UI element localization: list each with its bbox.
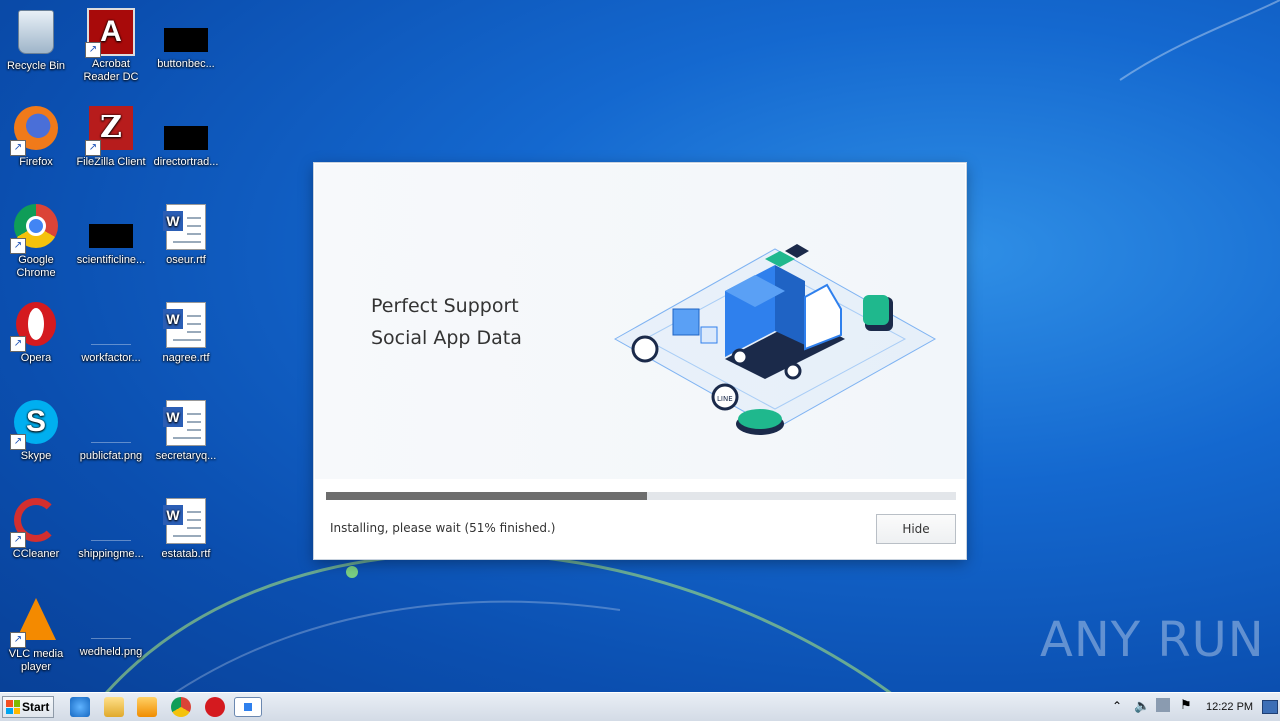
installer-headline-line1: Perfect Support <box>371 295 519 317</box>
shortcut-arrow-icon: ↗ <box>10 336 26 352</box>
desktop-icon-rtf[interactable]: W oseur.rtf <box>148 204 224 267</box>
desktop-icon-file[interactable]: shippingme... <box>73 498 149 561</box>
action-center-flag-icon[interactable]: ⚑ <box>1180 697 1192 713</box>
desktop-icon-filezilla[interactable]: Z ↗ FileZilla Client <box>73 106 149 169</box>
desktop-icon-recycle-bin[interactable]: Recycle Bin <box>0 8 74 73</box>
desktop-icon-file[interactable]: scientificline... <box>73 204 149 267</box>
desktop-icon-rtf[interactable]: W estatab.rtf <box>148 498 224 561</box>
desktop-icon-label: wedheld.png <box>79 646 143 658</box>
installer-headline-line2: Social App Data <box>371 327 522 349</box>
word-document-icon: W <box>163 400 206 446</box>
shortcut-arrow-icon: ↗ <box>85 42 101 58</box>
desktop-icon-label: buttonbec... <box>157 58 215 70</box>
file-thumbnail-icon <box>91 324 131 345</box>
desktop-icon-file[interactable]: publicfat.png <box>73 400 149 463</box>
shortcut-arrow-icon: ↗ <box>10 434 26 450</box>
desktop-icon-rtf[interactable]: W secretaryq... <box>148 400 224 463</box>
shortcut-arrow-icon: ↗ <box>85 140 101 156</box>
install-progress-bar <box>326 492 956 500</box>
file-explorer-icon[interactable] <box>104 697 124 717</box>
file-thumbnail-icon <box>91 422 131 443</box>
windows-logo-icon <box>6 700 20 714</box>
desktop-icon-label: oseur.rtf <box>166 254 206 266</box>
desktop-icon-file[interactable]: directortrad... <box>148 106 224 169</box>
file-thumbnail-icon <box>89 224 133 248</box>
desktop-icon-skype[interactable]: S ↗ Skype <box>0 400 74 463</box>
installer-window: Perfect Support Social App Data LINE Ins… <box>314 163 966 559</box>
network-icon[interactable] <box>1156 698 1170 712</box>
desktop-icon-file[interactable]: wedheld.png <box>73 596 149 659</box>
file-thumbnail-icon <box>91 618 131 639</box>
start-label: Start <box>22 700 50 714</box>
desktop-icon-label: Skype <box>20 450 52 462</box>
taskbar: Start ⌃ 🔈 ⚑ 12:22 PM <box>0 692 1280 721</box>
hide-button[interactable]: Hide <box>876 514 956 544</box>
shortcut-arrow-icon: ↗ <box>10 532 26 548</box>
desktop-icon-label: publicfat.png <box>79 450 143 462</box>
chrome-taskbar-icon[interactable] <box>171 697 191 717</box>
desktop-icon-label: Opera <box>20 352 52 364</box>
opera-taskbar-icon[interactable] <box>205 697 225 717</box>
desktop-icon-label: scientificline... <box>76 254 146 266</box>
desktop-icon-firefox[interactable]: ↗ Firefox <box>0 106 74 169</box>
volume-icon[interactable]: 🔈 <box>1134 698 1150 714</box>
internet-explorer-icon[interactable] <box>70 697 90 717</box>
desktop-icon-label: shippingme... <box>78 548 144 560</box>
desktop-icon-opera[interactable]: ↗ Opera <box>0 302 74 365</box>
desktop-icon-rtf[interactable]: W nagree.rtf <box>148 302 224 365</box>
installer-taskbar-icon[interactable] <box>234 697 262 717</box>
word-document-icon: W <box>163 204 206 250</box>
anyrun-watermark: ANY RUN <box>1040 612 1265 668</box>
desktop-icon-label: VLC media player <box>8 648 64 673</box>
shortcut-arrow-icon: ↗ <box>10 140 26 156</box>
desktop-icon-chrome[interactable]: ↗ Google Chrome <box>0 204 74 280</box>
file-thumbnail-icon <box>164 28 208 52</box>
desktop-icon-file[interactable]: workfactor... <box>73 302 149 365</box>
delivery-truck-illustration: LINE <box>613 244 937 435</box>
desktop-icon-file[interactable]: buttonbec... <box>148 8 224 71</box>
desktop-icon-ccleaner[interactable]: ↗ CCleaner <box>0 498 74 561</box>
word-document-icon: W <box>163 302 206 348</box>
desktop-icon-label: Google Chrome <box>16 254 56 279</box>
desktop-icon-label: Acrobat Reader DC <box>83 58 139 83</box>
show-desktop-icon[interactable] <box>1262 700 1278 714</box>
file-thumbnail-icon <box>164 126 208 150</box>
desktop-icon-label: FileZilla Client <box>76 156 146 168</box>
system-tray: ⌃ 🔈 ⚑ <box>1104 693 1280 721</box>
installer-hero-panel: Perfect Support Social App Data LINE <box>315 164 965 479</box>
desktop-icon-acrobat[interactable]: A ↗ Acrobat Reader DC <box>73 8 149 84</box>
start-button[interactable]: Start <box>2 696 54 718</box>
desktop-icon-label: secretaryq... <box>155 450 217 462</box>
show-hidden-icons-icon[interactable]: ⌃ <box>1112 699 1122 713</box>
desktop-icon-vlc[interactable]: ↗ VLC media player <box>0 596 74 674</box>
recycle-bin-icon <box>18 10 54 54</box>
desktop-icon-label: directortrad... <box>153 156 219 168</box>
desktop-icon-label: nagree.rtf <box>162 352 210 364</box>
desktop-icon-label: Firefox <box>19 156 53 168</box>
svg-text:LINE: LINE <box>717 395 733 403</box>
file-thumbnail-icon <box>91 520 131 541</box>
taskbar-clock[interactable]: 12:22 PM <box>1206 701 1253 713</box>
desktop-icon-label: estatab.rtf <box>161 548 211 560</box>
install-progress-fill <box>326 492 648 500</box>
media-player-icon[interactable] <box>137 697 157 717</box>
desktop-icon-label: workfactor... <box>81 352 141 364</box>
shortcut-arrow-icon: ↗ <box>10 238 26 254</box>
install-status-text: Installing, please wait (51% finished.) <box>330 521 556 535</box>
desktop-icon-label: Recycle Bin <box>6 60 66 72</box>
shortcut-arrow-icon: ↗ <box>10 632 26 648</box>
word-document-icon: W <box>163 498 206 544</box>
desktop-icon-label: CCleaner <box>12 548 60 560</box>
